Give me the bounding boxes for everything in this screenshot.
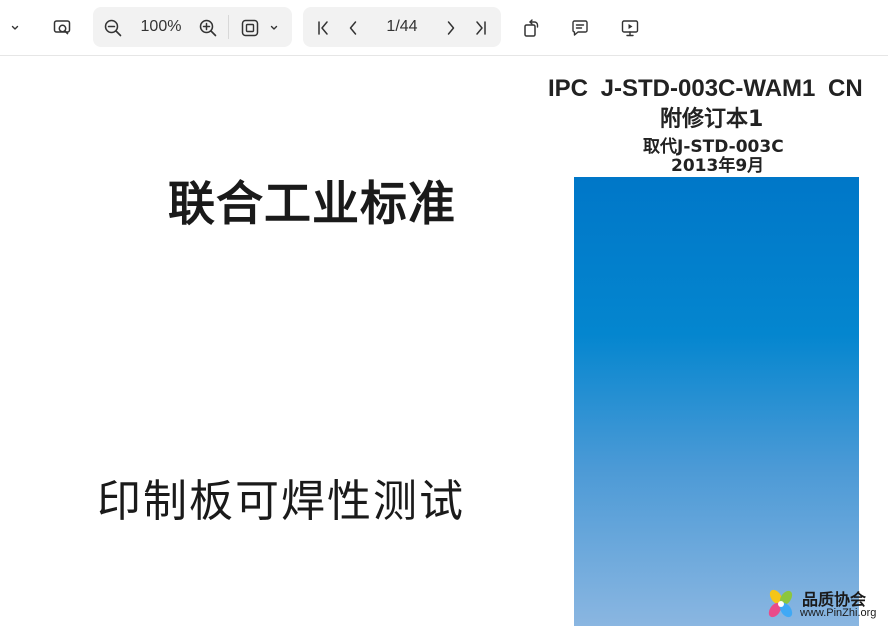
previous-page-icon — [343, 18, 363, 38]
presentation-button[interactable] — [615, 13, 645, 43]
first-page-icon — [313, 18, 333, 38]
next-page-icon — [441, 18, 461, 38]
previous-page-button[interactable] — [338, 13, 368, 43]
pinzhi-logo-icon — [764, 587, 798, 626]
cover-gradient-panel — [574, 177, 859, 626]
rotate-button[interactable] — [516, 13, 546, 43]
page-indicator[interactable]: 1/44 — [372, 18, 432, 36]
amendment-label: 附修订本1 — [660, 107, 764, 132]
document-page: IPC J-STD-003C-WAM1 CN 附修订本1 取代J-STD-003… — [0, 57, 888, 626]
watermark: 品质协会 www.PinZhi.org — [764, 584, 888, 624]
standard-id: IPC J-STD-003C-WAM1 CN — [548, 75, 863, 102]
search-in-document-icon — [52, 18, 72, 38]
comment-button[interactable] — [565, 13, 595, 43]
last-page-button[interactable] — [466, 13, 496, 43]
last-page-icon — [471, 18, 491, 38]
chevron-down-icon — [10, 23, 20, 33]
fit-mode-dropdown[interactable] — [261, 13, 287, 43]
fit-page-icon — [240, 18, 260, 38]
presentation-icon — [620, 18, 640, 38]
publication-date: 2013年9月 — [671, 156, 765, 176]
next-page-button[interactable] — [436, 13, 466, 43]
document-title: 印制板可焊性测试 — [97, 476, 465, 527]
rotate-icon — [521, 18, 541, 38]
zoom-in-icon — [198, 18, 218, 38]
chevron-down-icon — [269, 23, 279, 33]
zoom-level[interactable]: 100% — [135, 18, 187, 36]
zoom-out-button[interactable] — [98, 13, 128, 43]
first-page-button[interactable] — [308, 13, 338, 43]
menu-dropdown-button[interactable] — [0, 13, 30, 43]
watermark-url: www.PinZhi.org — [800, 607, 877, 619]
zoom-in-button[interactable] — [193, 13, 223, 43]
comment-icon — [570, 18, 590, 38]
joint-standard-heading: 联合工业标准 — [168, 177, 456, 232]
viewer-toolbar: 100% 1/44 — [0, 0, 888, 56]
toolbar-divider — [228, 15, 229, 39]
search-button[interactable] — [47, 13, 77, 43]
zoom-out-icon — [103, 18, 123, 38]
